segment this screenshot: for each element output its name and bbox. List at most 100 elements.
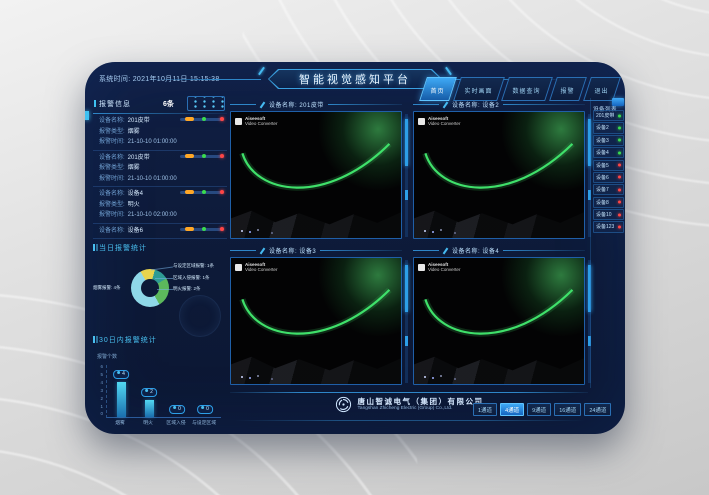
- alarm-list-item[interactable]: 设备名称:201皮带 报警类型:烟雾 报警时间:21-10-10 01:00:0…: [93, 151, 227, 188]
- video-panel-title: 设备名称: 设备4: [452, 246, 499, 255]
- device-list-item[interactable]: 设备2: [593, 122, 624, 133]
- alarm-time-label: 报警时间:: [99, 176, 125, 182]
- channel-9-button[interactable]: 9通道: [527, 403, 551, 416]
- device-list-item[interactable]: 设备4: [593, 147, 624, 158]
- scene-lights: [241, 230, 243, 232]
- device-name-label: 设备名称:: [99, 191, 125, 197]
- ghost-watermark: [179, 295, 221, 337]
- bar-column: 0: [191, 365, 219, 417]
- alarm-level-slider[interactable]: [180, 155, 224, 158]
- device-list-item[interactable]: 设备123: [593, 221, 624, 232]
- video-panel-1[interactable]: 设备名称: 201皮带 AiseesoftVideo Converter: [230, 98, 402, 239]
- device-list-item[interactable]: 设备8: [593, 197, 624, 208]
- today-alarm-donut: 烟雾报警: 4条 与设定区域报警: 1条 区域入侵报警: 1条 明火报警: 2条: [93, 255, 227, 331]
- device-list-item[interactable]: 设备10: [593, 209, 624, 220]
- channel-1-button[interactable]: 1通道: [473, 403, 497, 416]
- device-list-item[interactable]: 设备3: [593, 135, 624, 146]
- bar-value: 4: [113, 370, 129, 379]
- bar-column: 0: [163, 365, 191, 417]
- bar-column: 4: [107, 365, 135, 417]
- video-scrollbar[interactable]: [405, 260, 408, 383]
- watermark: AiseesoftVideo Converter: [418, 262, 460, 272]
- device-status-dot: [618, 139, 621, 142]
- channel-24-button[interactable]: 24通道: [584, 403, 611, 416]
- laser-arc: [236, 125, 396, 220]
- alarm-type-label: 报警类型:: [99, 165, 125, 171]
- laser-arc: [419, 271, 579, 366]
- device-name-label: 设备名称:: [99, 155, 125, 161]
- legend-flame: 明火报警: 2条: [173, 286, 227, 292]
- alarm-sidebar: 报警信息 6条 设备名称:201皮带 报警类型:烟雾 报警时间:21-10-10…: [93, 98, 227, 424]
- channel-4-button[interactable]: 4通道: [500, 403, 524, 416]
- alarm-type-label: 报警类型:: [99, 202, 125, 208]
- device-status-dot: [618, 213, 621, 216]
- alarm-level-slider[interactable]: [180, 191, 224, 194]
- device-name-value: 设备4: [128, 191, 143, 197]
- alarm-type-label: 报警类型:: [99, 129, 125, 135]
- video-frame[interactable]: AiseesoftVideo Converter: [230, 111, 402, 239]
- video-frame[interactable]: AiseesoftVideo Converter: [230, 257, 402, 385]
- video-frame[interactable]: AiseesoftVideo Converter: [413, 257, 585, 385]
- device-list-item[interactable]: 201皮带: [593, 110, 624, 121]
- video-panel-title: 设备名称: 201皮带: [269, 100, 324, 109]
- page-background: 系统时间: 2021年10月11日 15:15:38 智能视觉感知平台 首页 实…: [0, 0, 709, 495]
- monthly-alarm-barchart: 报警个数 0123456 4 2 0 0 烟雾明火区域入侵与设定区域: [93, 351, 227, 434]
- legend-region: 与设定区域报警: 1条: [173, 263, 227, 269]
- page-title-plate: 智能视觉感知平台: [268, 69, 442, 89]
- alarm-time-label: 报警时间:: [99, 212, 125, 218]
- donut-chart: [131, 269, 169, 307]
- watermark-logo-icon: [418, 264, 425, 271]
- bar-fill: [117, 382, 126, 417]
- device-list-tab-button[interactable]: [612, 98, 624, 106]
- legend-intrusion: 区域入侵报警: 1条: [173, 275, 227, 281]
- alarm-level-slider[interactable]: [180, 118, 224, 121]
- bar-value: 0: [197, 405, 213, 414]
- watermark: AiseesoftVideo Converter: [235, 262, 277, 272]
- slash-decoration: [443, 101, 449, 108]
- alarm-level-slider[interactable]: [180, 228, 224, 231]
- laser-arc: [419, 125, 579, 220]
- video-panel-3[interactable]: 设备名称: 设备3 AiseesoftVideo Converter: [230, 244, 402, 385]
- bar-value: 2: [141, 388, 157, 397]
- device-name-label: 设备名称:: [99, 118, 125, 124]
- watermark-logo-icon: [235, 264, 242, 271]
- watermark-logo-icon: [235, 118, 242, 125]
- device-status-dot: [618, 201, 621, 204]
- channel-16-button[interactable]: 16通道: [554, 403, 581, 416]
- device-status-dot: [618, 225, 621, 228]
- company-logo-icon: [335, 396, 352, 413]
- y-axis-ticks: 0123456: [95, 365, 103, 417]
- device-status-dot: [618, 126, 621, 129]
- video-panel-2[interactable]: 设备名称: 设备2 AiseesoftVideo Converter: [413, 98, 585, 239]
- alarm-count-badge: 6条: [163, 99, 174, 109]
- scene-lights: [424, 376, 426, 378]
- alarm-time-value: 21-10-10 01:00:00: [128, 176, 177, 182]
- device-list-item[interactable]: 设备7: [593, 184, 624, 195]
- watermark-logo-icon: [418, 118, 425, 125]
- alarm-list-item[interactable]: 设备名称:201皮带 报警类型:烟雾 报警时间:21-10-10 01:00:0…: [93, 114, 227, 151]
- video-panel-4[interactable]: 设备名称: 设备4 AiseesoftVideo Converter: [413, 244, 585, 385]
- alarm-panel-title: 报警信息: [99, 99, 131, 109]
- video-scrollbar[interactable]: [405, 114, 408, 237]
- alarm-list-item-partial[interactable]: 设备名称:设备6: [93, 224, 227, 240]
- device-list-item[interactable]: 设备6: [593, 172, 624, 183]
- device-status-dot: [618, 114, 621, 117]
- bar-plot-area: 4 2 0 0: [106, 365, 221, 418]
- device-list-item[interactable]: 设备5: [593, 160, 624, 171]
- device-list-panel: 设备列表 201皮带 设备2 设备3 设备4 设备5 设备6 设备7 设备8 设…: [590, 98, 624, 388]
- slash-decoration: [445, 67, 452, 76]
- page-title: 智能视觉感知平台: [299, 71, 411, 87]
- alarm-type-value: 烟雾: [128, 165, 140, 171]
- legend-leader-line: [157, 289, 173, 290]
- scene-lights: [241, 376, 243, 378]
- alarm-list-item[interactable]: 设备名称:设备4 报警类型:明火 报警时间:21-10-10 02:00:00: [93, 187, 227, 224]
- video-panel-title: 设备名称: 设备2: [452, 100, 499, 109]
- slash-decoration: [260, 247, 266, 254]
- footer-divider: [230, 392, 588, 393]
- header-line-left: [143, 79, 261, 80]
- video-frame[interactable]: AiseesoftVideo Converter: [413, 111, 585, 239]
- device-name-value: 设备6: [128, 228, 143, 234]
- device-name-value: 201皮带: [128, 155, 150, 161]
- legend-leader-line: [151, 266, 173, 270]
- legend-leader-line: [155, 278, 173, 279]
